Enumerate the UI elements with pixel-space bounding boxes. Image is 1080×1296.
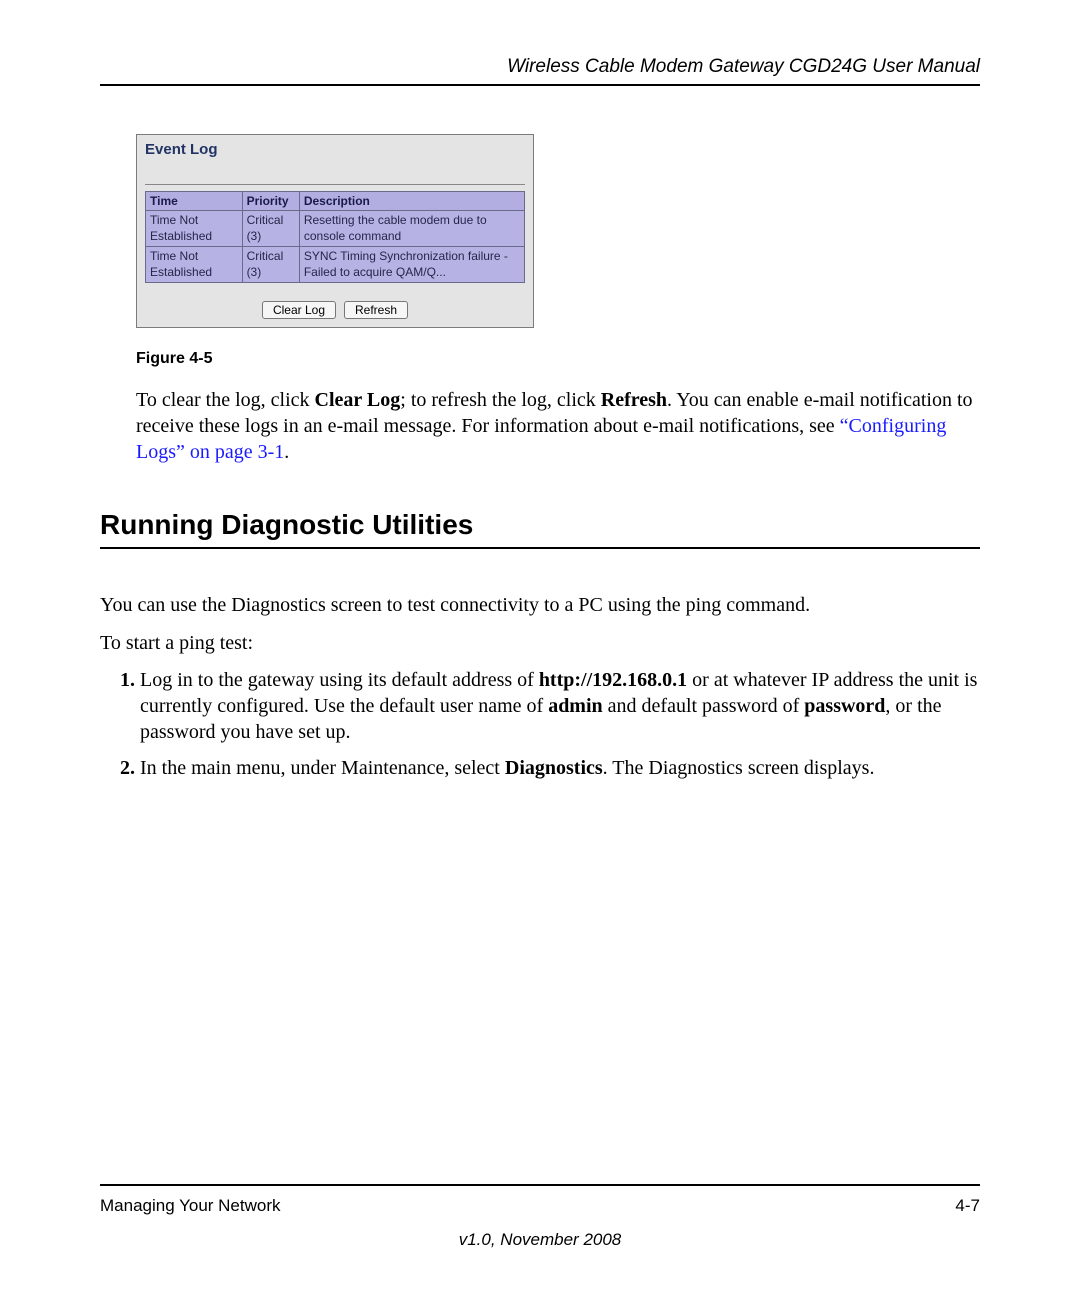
footer-section: Managing Your Network: [100, 1196, 281, 1216]
col-time: Time: [146, 192, 243, 211]
paragraph-clear-log: To clear the log, click Clear Log; to re…: [136, 388, 980, 465]
page-header: Wireless Cable Modem Gateway CGD24G User…: [100, 56, 980, 86]
event-log-title: Event Log: [145, 141, 525, 185]
steps-list: Log in to the gateway using its default …: [100, 667, 980, 781]
cell-time: Time Not Established: [146, 211, 243, 247]
header-title: Wireless Cable Modem Gateway CGD24G User…: [507, 56, 980, 77]
cell-description: Resetting the cable modem due to console…: [299, 211, 524, 247]
event-log-buttons: Clear Log Refresh: [145, 301, 525, 319]
figure-event-log: Event Log Time Priority Description Time…: [136, 134, 980, 465]
bold-admin: admin: [548, 695, 602, 717]
bold-diagnostics: Diagnostics: [505, 757, 603, 779]
table-row: Time Not Established Critical (3) SYNC T…: [146, 247, 525, 283]
text: In the main menu, under Maintenance, sel…: [140, 757, 505, 779]
text: .: [284, 441, 289, 463]
cell-priority: Critical (3): [242, 211, 299, 247]
event-log-table: Time Priority Description Time Not Estab…: [145, 191, 525, 283]
clear-log-button[interactable]: Clear Log: [262, 301, 336, 319]
step-1: Log in to the gateway using its default …: [140, 667, 980, 745]
bold-url: http://192.168.0.1: [539, 669, 687, 691]
figure-caption: Figure 4-5: [136, 350, 980, 368]
table-row: Time Not Established Critical (3) Resett…: [146, 211, 525, 247]
step-2: In the main menu, under Maintenance, sel…: [140, 755, 980, 781]
bold-refresh: Refresh: [601, 389, 667, 411]
cell-description: SYNC Timing Synchronization failure - Fa…: [299, 247, 524, 283]
footer-page-number: 4-7: [955, 1196, 980, 1216]
text: To clear the log, click: [136, 389, 315, 411]
refresh-button[interactable]: Refresh: [344, 301, 408, 319]
cell-time: Time Not Established: [146, 247, 243, 283]
text: . The Diagnostics screen displays.: [603, 757, 875, 779]
text: ; to refresh the log, click: [400, 389, 601, 411]
col-priority: Priority: [242, 192, 299, 211]
page-footer: Managing Your Network 4-7 v1.0, November…: [100, 1184, 980, 1250]
text: Log in to the gateway using its default …: [140, 669, 539, 691]
bold-password: password: [804, 695, 885, 717]
intro-start-ping: To start a ping test:: [100, 629, 980, 657]
text: and default password of: [603, 695, 805, 717]
event-log-screenshot: Event Log Time Priority Description Time…: [136, 134, 534, 328]
intro-paragraph: You can use the Diagnostics screen to te…: [100, 591, 980, 619]
bold-clear-log: Clear Log: [315, 389, 401, 411]
footer-version: v1.0, November 2008: [100, 1230, 980, 1250]
cell-priority: Critical (3): [242, 247, 299, 283]
col-description: Description: [299, 192, 524, 211]
section-heading: Running Diagnostic Utilities: [100, 509, 980, 549]
